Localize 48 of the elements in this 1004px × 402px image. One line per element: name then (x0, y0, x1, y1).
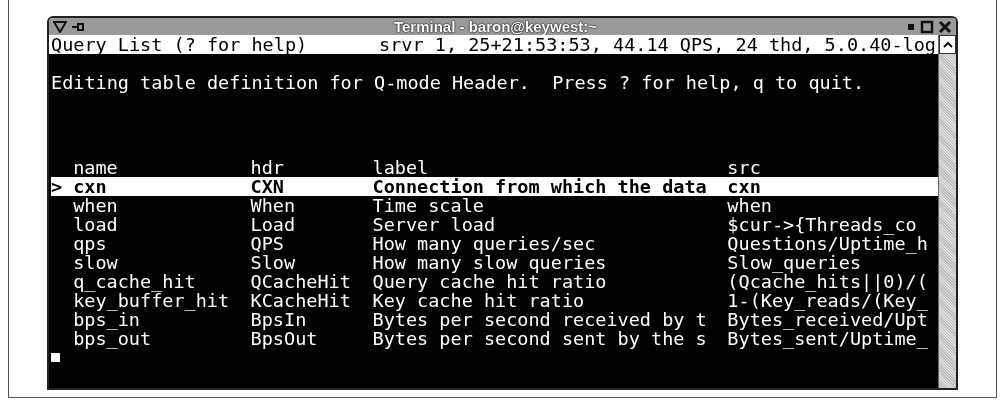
name-cell: when (73, 195, 118, 216)
hdr-cell: QCacheHit (250, 271, 351, 292)
table-row[interactable]: qps QPS How many queries/sec Questions/Uptime_h (51, 234, 938, 253)
table-row[interactable]: bps_in BpsIn Bytes per second received by t Bytes_received/Upt (51, 310, 938, 329)
src-cell: cxn (727, 176, 761, 197)
table-row[interactable]: q_cache_hit QCacheHit Query cache hit ratio (Qcache_hits||0)/( (51, 272, 938, 291)
column-header: hdr (250, 157, 284, 178)
hdr-cell: KCacheHit (250, 290, 351, 311)
table-row[interactable]: bps_out BpsOut Bytes per second sent by the s Bytes_sent/Uptime_ (51, 329, 938, 348)
label-cell: Server load (372, 214, 496, 235)
label-cell: Key cache hit ratio (372, 290, 585, 311)
label-cell: How many queries/sec (372, 233, 596, 254)
hdr-cell: Slow (250, 252, 296, 273)
hdr-cell: Load (250, 214, 296, 235)
table-row[interactable]: when When Time scale when (51, 196, 938, 215)
column-header: label (372, 157, 429, 178)
label-cell: Time scale (372, 195, 484, 216)
hdr-cell: BpsIn (250, 309, 307, 330)
name-cell: load (73, 214, 118, 235)
window-title: Terminal - baron@keywest:~ (393, 18, 598, 35)
src-cell: $cur->{Threads_co (727, 214, 917, 235)
hdr-cell: When (250, 195, 296, 216)
scrollbar[interactable] (938, 35, 956, 388)
name-cell: slow (73, 252, 118, 273)
hdr-cell: QPS (250, 233, 284, 254)
label-cell: Connection from which the data (372, 176, 707, 197)
pin-icon[interactable] (71, 20, 85, 33)
name-cell: qps (73, 233, 107, 254)
name-cell: cxn (73, 176, 107, 197)
name-cell: q_cache_hit (73, 271, 196, 292)
header-left-text: Query List (? for help) (51, 35, 308, 54)
scroll-up-button[interactable] (939, 35, 956, 54)
menu-icon[interactable] (53, 20, 67, 33)
cursor-marker: > (51, 176, 63, 197)
table-row[interactable]: load Load Server load $cur->{Threads_co (51, 215, 938, 234)
close-icon[interactable] (938, 19, 952, 34)
column-header: name (73, 157, 118, 178)
editing-message: Editing table definition for Q-mode Header. Press ? for help, q to quit. (51, 73, 865, 92)
table-row[interactable]: slow Slow How many slow queries Slow_queries (51, 253, 938, 272)
column-header: src (727, 157, 761, 178)
maximize-icon[interactable] (920, 19, 934, 34)
label-cell: Query cache hit ratio (372, 271, 607, 292)
table-row[interactable]: > cxn CXN Connection from which the data cxn (51, 177, 938, 196)
hdr-cell: CXN (250, 176, 284, 197)
minimize-icon[interactable] (906, 21, 916, 32)
src-cell: when (727, 195, 772, 216)
cursor-block (51, 353, 60, 362)
table-row[interactable]: key_buffer_hit KCacheHit Key cache hit ratio 1-(Key_reads/(Key_ (51, 291, 938, 310)
